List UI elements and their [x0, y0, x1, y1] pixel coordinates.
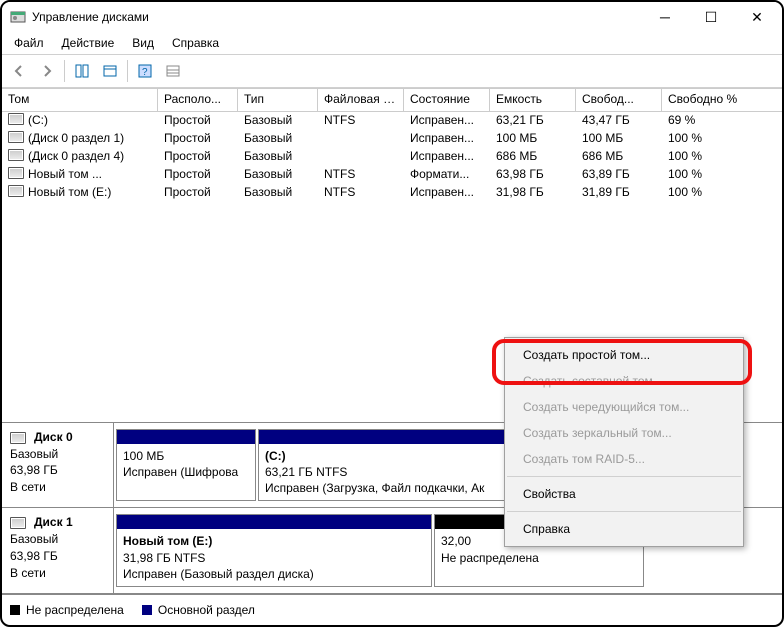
window: Управление дисками ─ ☐ ✕ Файл Действие В…: [0, 0, 784, 627]
volume-row[interactable]: Новый том (E:)ПростойБазовыйNTFSИсправен…: [2, 184, 782, 202]
app-icon: [10, 9, 26, 25]
drive-icon: [8, 167, 24, 179]
menubar: Файл Действие Вид Справка: [2, 32, 782, 55]
col-type[interactable]: Тип: [238, 89, 318, 111]
svg-text:?: ?: [142, 67, 148, 78]
disk-icon: [10, 517, 26, 529]
refresh-button[interactable]: [97, 58, 123, 84]
partition[interactable]: 100 МБИсправен (Шифрова: [116, 429, 256, 502]
col-vol[interactable]: Том: [2, 89, 158, 111]
menu-help[interactable]: Справка: [164, 34, 227, 52]
list-button[interactable]: [160, 58, 186, 84]
volume-row[interactable]: Новый том ...ПростойБазовыйNTFSФормати..…: [2, 166, 782, 184]
ctx-help[interactable]: Справка: [505, 516, 743, 542]
disk-header[interactable]: Диск 0Базовый63,98 ГБВ сети: [2, 423, 114, 508]
context-menu: Создать простой том... Создать составной…: [504, 337, 744, 547]
ctx-create-striped: Создать чередующийся том...: [505, 394, 743, 420]
col-freepct[interactable]: Свободно %: [662, 89, 772, 111]
ctx-create-mirrored: Создать зеркальный том...: [505, 420, 743, 446]
ctx-properties[interactable]: Свойства: [505, 481, 743, 507]
disk-header[interactable]: Диск 1Базовый63,98 ГБВ сети: [2, 508, 114, 593]
volume-row[interactable]: (Диск 0 раздел 1)ПростойБазовыйИсправен.…: [2, 130, 782, 148]
menu-action[interactable]: Действие: [54, 34, 123, 52]
forward-button[interactable]: [34, 58, 60, 84]
ctx-create-simple[interactable]: Создать простой том...: [505, 342, 743, 368]
window-title: Управление дисками: [32, 10, 642, 24]
help-button[interactable]: ?: [132, 58, 158, 84]
partition[interactable]: Новый том (E:)31,98 ГБ NTFSИсправен (Баз…: [116, 514, 432, 587]
legend-unalloc: Не распределена: [10, 603, 124, 617]
legend-primary: Основной раздел: [142, 603, 255, 617]
col-fs[interactable]: Файловая с...: [318, 89, 404, 111]
maximize-button[interactable]: ☐: [688, 2, 734, 32]
titlebar: Управление дисками ─ ☐ ✕: [2, 2, 782, 32]
drive-icon: [8, 185, 24, 197]
close-button[interactable]: ✕: [734, 2, 780, 32]
volume-row[interactable]: (C:)ПростойБазовыйNTFSИсправен...63,21 Г…: [2, 112, 782, 130]
ctx-create-spanned: Создать составной том...: [505, 368, 743, 394]
col-status[interactable]: Состояние: [404, 89, 490, 111]
col-cap[interactable]: Емкость: [490, 89, 576, 111]
volume-list: (C:)ПростойБазовыйNTFSИсправен...63,21 Г…: [2, 112, 782, 202]
legend: Не распределена Основной раздел: [2, 594, 782, 625]
ctx-create-raid5: Создать том RAID-5...: [505, 446, 743, 472]
col-free[interactable]: Свобод...: [576, 89, 662, 111]
minimize-button[interactable]: ─: [642, 2, 688, 32]
drive-icon: [8, 149, 24, 161]
back-button[interactable]: [6, 58, 32, 84]
drive-icon: [8, 113, 24, 125]
toolbar: ?: [2, 55, 782, 88]
menu-file[interactable]: Файл: [6, 34, 52, 52]
drive-icon: [8, 131, 24, 143]
col-layout[interactable]: Располо...: [158, 89, 238, 111]
menu-view[interactable]: Вид: [124, 34, 162, 52]
volume-row[interactable]: (Диск 0 раздел 4)ПростойБазовыйИсправен.…: [2, 148, 782, 166]
layout-button[interactable]: [69, 58, 95, 84]
disk-icon: [10, 432, 26, 444]
volume-header: Том Располо... Тип Файловая с... Состоян…: [2, 88, 782, 112]
